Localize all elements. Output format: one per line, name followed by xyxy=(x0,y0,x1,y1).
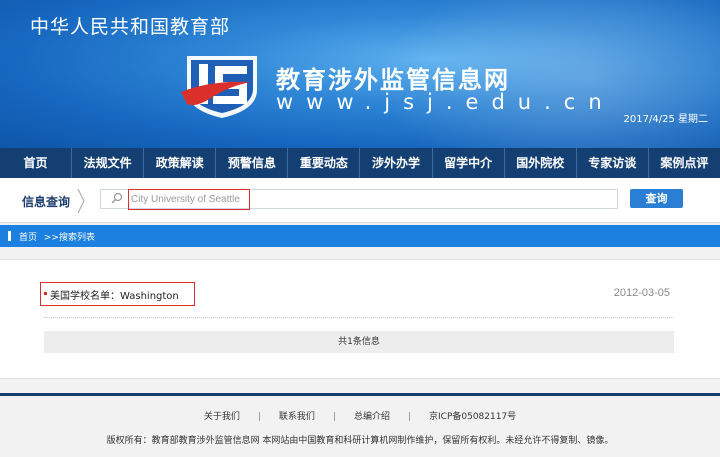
search-label: 信息查询 xyxy=(22,195,71,209)
search-input-highlight xyxy=(128,189,250,210)
footer-separator: | xyxy=(332,412,336,422)
footer-link-editor[interactable]: 总编介绍 xyxy=(354,412,390,422)
site-logo-icon xyxy=(181,56,257,118)
nav-item-study-agents[interactable]: 留学中介 xyxy=(433,148,505,178)
search-bar: 信息查询 xyxy=(0,178,720,223)
result-title-link[interactable]: 美国学校名单：Washington xyxy=(50,287,179,302)
breadcrumb-current: 搜索列表 xyxy=(58,233,95,243)
nav-item-foreign-schools[interactable]: 涉外办学 xyxy=(360,148,433,178)
nav-item-overseas-institutions[interactable]: 国外院校 xyxy=(505,148,577,178)
breadcrumb-home[interactable]: 首页 xyxy=(19,233,37,243)
footer-icp: 京ICP备05082117号 xyxy=(429,412,517,422)
breadcrumb: 首页 >>搜索列表 xyxy=(19,230,95,243)
result-count: 共1条信息 xyxy=(44,331,674,353)
copyright-text: 版权所有：教育部教育涉外监管信息网 本网站由中国教育和科研计算机网制作维护，保留… xyxy=(106,436,614,446)
nav-item-warnings[interactable]: 预警信息 xyxy=(216,148,289,178)
search-button[interactable]: 查询 xyxy=(630,189,683,208)
nav-item-interviews[interactable]: 专家访谈 xyxy=(577,148,649,178)
breadcrumb-separator: >> xyxy=(43,233,59,243)
footer-link-contact[interactable]: 联系我们 xyxy=(279,412,315,422)
site-url: www.jsj.edu.cn xyxy=(276,90,615,114)
footer-divider xyxy=(0,393,720,396)
breadcrumb-marker xyxy=(8,231,11,241)
nav-item-regulations[interactable]: 法规文件 xyxy=(72,148,145,178)
chevron-right-icon xyxy=(77,189,85,213)
ministry-name: 中华人民共和国教育部 xyxy=(30,16,231,38)
current-date: 2017/4/25 星期二 xyxy=(623,114,708,125)
nav-item-news[interactable]: 重要动态 xyxy=(288,148,361,178)
nav-item-cases[interactable]: 案例点评 xyxy=(649,148,720,178)
header-banner: 中华人民共和国教育部 教育涉外监管信息网 www.jsj.edu.cn 2017… xyxy=(0,0,720,148)
bullet-icon xyxy=(44,292,47,295)
nav-item-home[interactable]: 首页 xyxy=(0,148,73,178)
result-divider xyxy=(44,317,674,318)
footer-separator: | xyxy=(257,412,261,422)
results-panel xyxy=(0,259,720,379)
search-icon xyxy=(111,192,123,204)
main-nav: 首页 法规文件 政策解读 预警信息 重要动态 涉外办学 留学中介 国外院校 专家… xyxy=(0,148,720,178)
nav-item-policy[interactable]: 政策解读 xyxy=(144,148,217,178)
footer-links: 关于我们 | 联系我们 | 总编介绍 | 京ICP备05082117号 xyxy=(0,409,720,422)
result-date: 2012-03-05 xyxy=(613,287,670,299)
breadcrumb-bar: 首页 >>搜索列表 xyxy=(0,225,720,247)
footer-separator: | xyxy=(407,412,411,422)
footer-link-about[interactable]: 关于我们 xyxy=(204,412,240,422)
